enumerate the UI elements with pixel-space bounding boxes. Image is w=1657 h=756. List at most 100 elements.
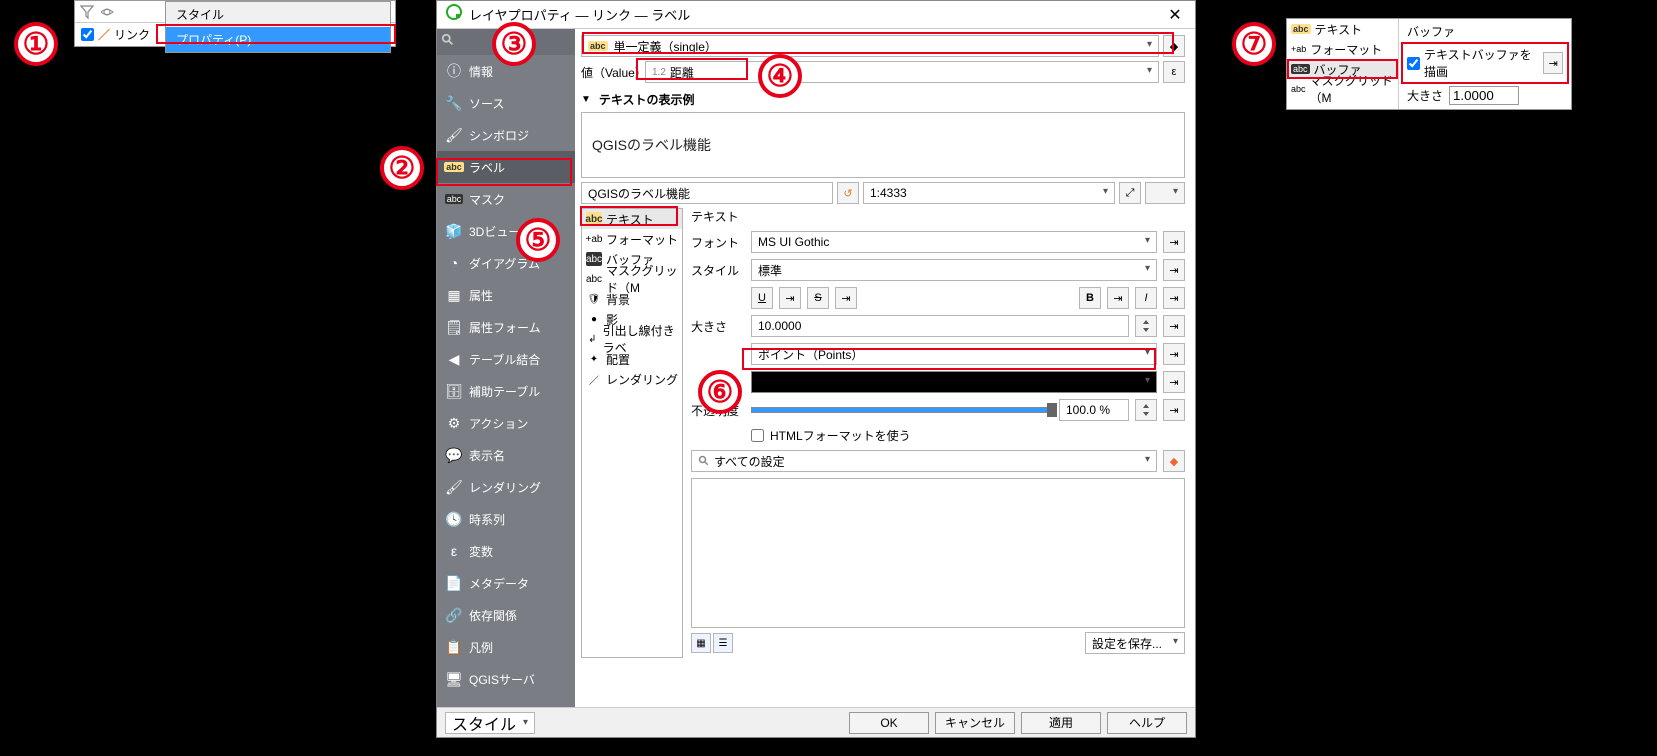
help-button[interactable]: ヘルプ [1107,712,1187,734]
preview-bg-dropdown[interactable] [1145,182,1185,204]
size-label: 大きさ [691,318,745,335]
opacity-slider[interactable] [751,407,1053,413]
expression-button[interactable]: ε [1163,61,1185,83]
scale-dropdown[interactable]: 1:4333 [863,182,1115,204]
preview-box: QGISのラベル機能 [581,112,1185,178]
format-icon: +ab [586,232,602,246]
save-settings-dropdown[interactable]: 設定を保存... [1085,632,1185,654]
font-dropdown[interactable]: MS UI Gothic [751,231,1157,253]
all-settings-dropdown[interactable]: すべての設定 [691,450,1157,472]
u-override-button[interactable]: ⇥ [779,287,801,309]
opacity-value-input[interactable]: 100.0 % [1059,399,1129,421]
style-item-callout[interactable]: ↲引出し線付きラベ [582,329,682,349]
preview-heading: テキストの表示例 [599,91,695,108]
sidebar-item-rendering[interactable]: 🖌レンダリング [437,471,575,503]
style-label: スタイル [691,262,745,279]
badge-4: ④ [758,54,802,98]
text-color-picker[interactable] [751,371,1157,393]
italic-button[interactable]: I [1135,287,1157,309]
badge-5: ⑤ [516,218,560,262]
sidebar-item-metadata[interactable]: 📄メタデータ [437,567,575,599]
sidebar-item-variables[interactable]: ε変数 [437,535,575,567]
sample-text-input[interactable]: QGISのラベル機能 [581,182,833,204]
i-override-button[interactable]: ⇥ [1163,287,1185,309]
color-override-button[interactable]: ⇥ [1163,371,1185,393]
sidebar-item-auxtable[interactable]: 🗄補助テーブル [437,375,575,407]
line-icon: ／ [98,26,110,43]
sidebar-item-joins[interactable]: ◀テーブル結合 [437,343,575,375]
format-icon: +ab [1291,44,1306,54]
abc-icon: abc [1291,24,1311,34]
map-scale-button[interactable]: ⤢ [1119,182,1141,204]
server-icon: 🖥 [445,670,463,688]
size-spinner[interactable]: 10.0000 [751,315,1129,337]
ok-button[interactable]: OK [849,712,929,734]
style-item-maskgrid[interactable]: abcマスクグリッド（M [582,269,682,289]
reset-sample-button[interactable]: ↺ [837,182,859,204]
unit-override-button[interactable]: ⇥ [1163,343,1185,365]
sidebar-item-legend[interactable]: 📋凡例 [437,631,575,663]
p7-item-text[interactable]: abcテキスト [1287,19,1398,39]
buffer-override-button[interactable]: ⇥ [1543,52,1563,74]
sidebar-item-server[interactable]: 🖥QGISサーバ [437,663,575,695]
s-override-button[interactable]: ⇥ [835,287,857,309]
layer-visibility-checkbox[interactable] [81,28,94,41]
link-icon: 🔗 [445,606,463,624]
draw-buffer-label: テキストバッファを描画 [1424,46,1539,80]
sidebar-item-form[interactable]: 🗒属性フォーム [437,311,575,343]
dialog-title: レイヤプロパティ — リンク — ラベル [469,5,1163,24]
bold-button[interactable]: B [1079,287,1101,309]
gear-icon: ⚙ [445,414,463,432]
property-sidebar: ⓘ情報 🔧ソース 🖌シンボロジ abcラベル abcマスク 🧊3Dビュー ◔ダイ… [437,29,575,707]
close-icon[interactable]: ✕ [1163,5,1187,25]
p7-item-format[interactable]: +abフォーマット [1287,39,1398,59]
p7-item-mask[interactable]: abcマスクグリッド（M [1287,79,1398,99]
collapse-icon[interactable]: ▼ [581,94,591,105]
cancel-button[interactable]: キャンセル [935,712,1015,734]
tooltip-icon: 💬 [445,446,463,464]
sidebar-item-fields[interactable]: ▦属性 [437,279,575,311]
badge-7: ⑦ [1232,22,1276,66]
apply-button[interactable]: 適用 [1021,712,1101,734]
buffer-panel-snippet: abcテキスト +abフォーマット abcバッファ abcマスクグリッド（M バ… [1286,18,1572,110]
sidebar-item-symbology[interactable]: 🖌シンボロジ [437,119,575,151]
sidebar-item-mask[interactable]: abcマスク [437,183,575,215]
fontstyle-dropdown[interactable]: 標準 [751,259,1157,281]
style-menu-button[interactable]: スタイル [445,712,535,734]
draw-buffer-checkbox[interactable] [1407,57,1420,70]
visibility-icon[interactable] [99,4,115,20]
symbols-button[interactable]: ◆ [1163,450,1185,472]
filter-icon[interactable] [79,4,95,20]
sidebar-item-source[interactable]: 🔧ソース [437,87,575,119]
opacity-override-button[interactable]: ⇥ [1163,399,1185,421]
view-grid-button[interactable]: ▦ [691,633,711,653]
opacity-stepper[interactable] [1135,399,1157,421]
shield-icon: 🛡 [586,292,602,306]
text-settings-pane: テキスト フォント MS UI Gothic ⇥ スタイル 標準 ⇥ U [685,208,1185,658]
sidebar-item-deps[interactable]: 🔗依存関係 [437,599,575,631]
join-icon: ◀ [445,350,463,368]
mask-icon: abc [445,190,463,208]
buffer-size-input[interactable] [1449,86,1519,105]
underline-button[interactable]: U [751,287,773,309]
font-override-button[interactable]: ⇥ [1163,231,1185,253]
strike-button[interactable]: S [807,287,829,309]
b-override-button[interactable]: ⇥ [1107,287,1129,309]
sidebar-item-actions[interactable]: ⚙アクション [437,407,575,439]
style-item-format[interactable]: +abフォーマット [582,229,682,249]
size-stepper[interactable] [1135,315,1157,337]
clock-icon: 🕓 [445,510,463,528]
html-format-checkbox[interactable] [751,429,764,442]
info-icon: ⓘ [445,62,463,80]
style-category-list: abcテキスト +abフォーマット abcバッファ abcマスクグリッド（M 🛡… [581,208,683,658]
view-list-button[interactable]: ☰ [713,633,733,653]
sidebar-item-temporal[interactable]: 🕓時系列 [437,503,575,535]
highlight-box-4 [636,58,748,80]
font-label: フォント [691,234,745,251]
sidebar-item-display[interactable]: 💬表示名 [437,439,575,471]
badge-6: ⑥ [698,370,742,414]
highlight-box-6 [742,348,1156,370]
style-item-rendering[interactable]: ／レンダリング [582,369,682,389]
style-override-button[interactable]: ⇥ [1163,259,1185,281]
size-override-button[interactable]: ⇥ [1163,315,1185,337]
